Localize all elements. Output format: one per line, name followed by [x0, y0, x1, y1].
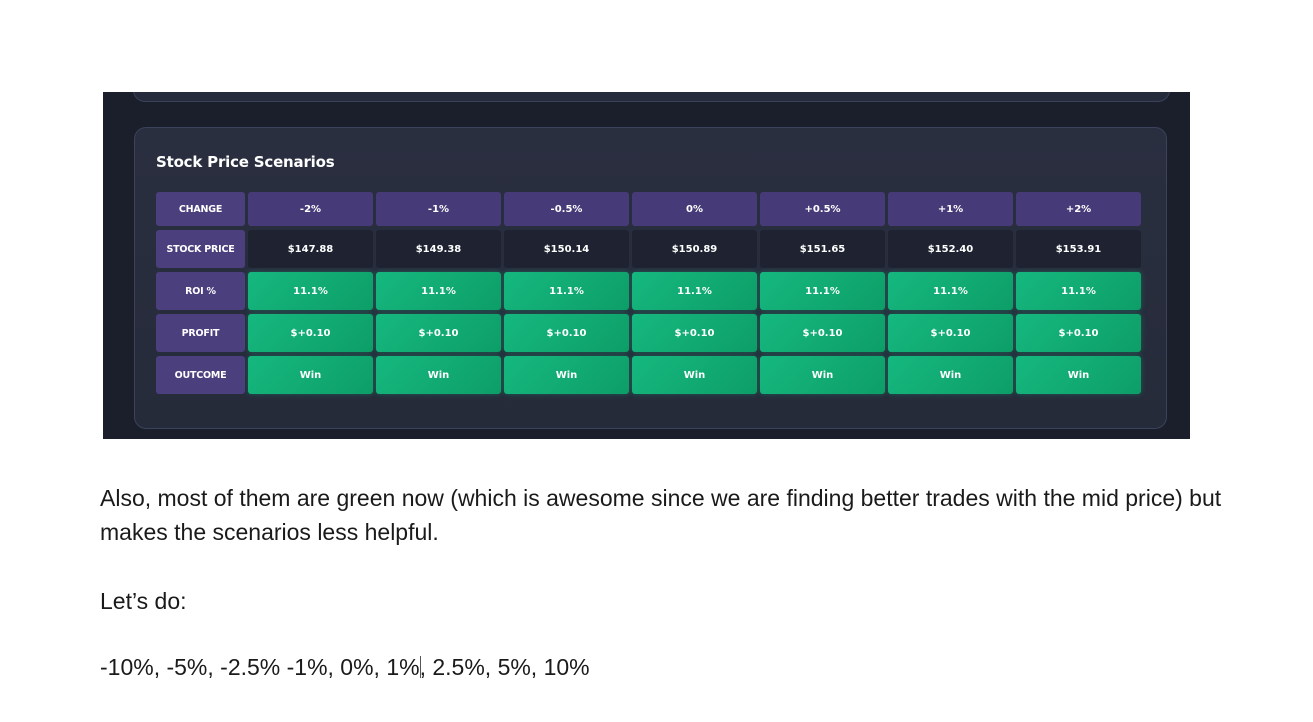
outcome-row: OUTCOME Win Win Win Win Win Win Win [156, 356, 1141, 394]
previous-card-edge [133, 92, 1170, 102]
roi-cell: 11.1% [760, 272, 885, 310]
document-paragraph[interactable]: -10%, -5%, -2.5% -1%, 0%, 1%, 2.5%, 5%, … [100, 650, 590, 684]
roi-cell: 11.1% [632, 272, 757, 310]
stock-price-row: STOCK PRICE $147.88 $149.38 $150.14 $150… [156, 230, 1141, 268]
change-cell: 0% [632, 192, 757, 226]
card-title: Stock Price Scenarios [156, 153, 335, 171]
profit-cell: $+0.10 [504, 314, 629, 352]
roi-cell: 11.1% [248, 272, 373, 310]
change-cell: +0.5% [760, 192, 885, 226]
change-cell: +2% [1016, 192, 1141, 226]
row-header-stock-price: STOCK PRICE [156, 230, 245, 268]
change-row: CHANGE -2% -1% -0.5% 0% +0.5% +1% +2% [156, 192, 1141, 226]
outcome-cell: Win [760, 356, 885, 394]
document-paragraph[interactable]: Let’s do: [100, 584, 187, 618]
embedded-screenshot: Stock Price Scenarios CHANGE -2% -1% -0.… [103, 92, 1190, 439]
profit-cell: $+0.10 [248, 314, 373, 352]
profit-cell: $+0.10 [376, 314, 501, 352]
row-header-change: CHANGE [156, 192, 245, 226]
stock-price-cell: $153.91 [1016, 230, 1141, 268]
change-cell: -1% [376, 192, 501, 226]
row-header-roi: ROI % [156, 272, 245, 310]
outcome-cell: Win [888, 356, 1013, 394]
stock-price-cell: $152.40 [888, 230, 1013, 268]
stock-price-cell: $150.89 [632, 230, 757, 268]
row-header-profit: PROFIT [156, 314, 245, 352]
roi-row: ROI % 11.1% 11.1% 11.1% 11.1% 11.1% 11.1… [156, 272, 1141, 310]
scenarios-table: CHANGE -2% -1% -0.5% 0% +0.5% +1% +2% ST… [153, 188, 1144, 398]
change-cell: +1% [888, 192, 1013, 226]
profit-cell: $+0.10 [1016, 314, 1141, 352]
stock-price-cell: $147.88 [248, 230, 373, 268]
paragraph-text: , 2.5%, 5%, 10% [419, 654, 590, 680]
outcome-cell: Win [632, 356, 757, 394]
profit-cell: $+0.10 [760, 314, 885, 352]
stock-price-cell: $150.14 [504, 230, 629, 268]
document-paragraph[interactable]: Also, most of them are green now (which … [100, 481, 1230, 549]
outcome-cell: Win [504, 356, 629, 394]
scenarios-card: Stock Price Scenarios CHANGE -2% -1% -0.… [134, 127, 1167, 429]
profit-cell: $+0.10 [888, 314, 1013, 352]
roi-cell: 11.1% [504, 272, 629, 310]
roi-cell: 11.1% [1016, 272, 1141, 310]
roi-cell: 11.1% [888, 272, 1013, 310]
outcome-cell: Win [1016, 356, 1141, 394]
outcome-cell: Win [248, 356, 373, 394]
stock-price-cell: $149.38 [376, 230, 501, 268]
roi-cell: 11.1% [376, 272, 501, 310]
profit-cell: $+0.10 [632, 314, 757, 352]
stock-price-cell: $151.65 [760, 230, 885, 268]
change-cell: -0.5% [504, 192, 629, 226]
paragraph-text: -10%, -5%, -2.5% -1%, 0%, 1% [100, 654, 420, 680]
profit-row: PROFIT $+0.10 $+0.10 $+0.10 $+0.10 $+0.1… [156, 314, 1141, 352]
change-cell: -2% [248, 192, 373, 226]
row-header-outcome: OUTCOME [156, 356, 245, 394]
outcome-cell: Win [376, 356, 501, 394]
